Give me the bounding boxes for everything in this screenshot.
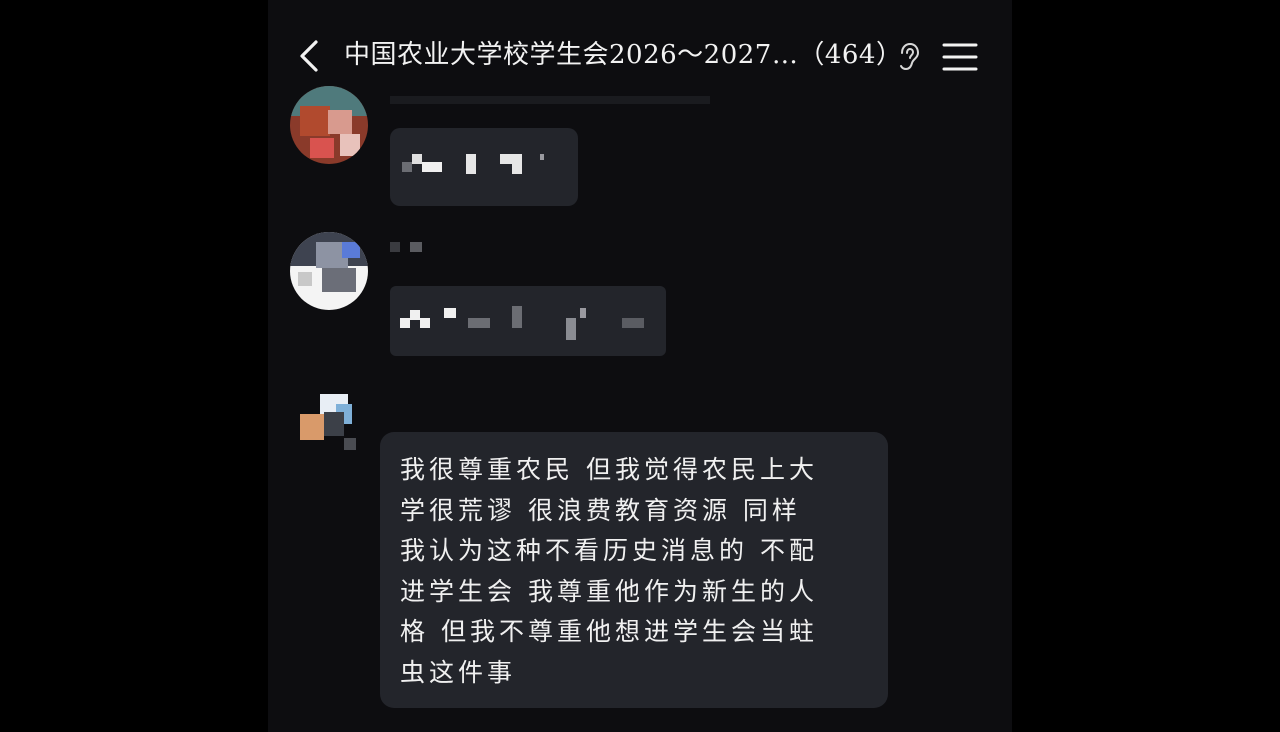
chat-header: 中国农业大学校学生会2026～2027…（464）	[268, 30, 1012, 82]
ear-icon	[900, 42, 920, 71]
sender-name-redacted	[390, 96, 710, 104]
sender-name-redacted	[410, 242, 422, 252]
back-button[interactable]	[290, 36, 330, 76]
sender-name-redacted	[390, 242, 400, 252]
message-bubble[interactable]: 我很尊重农民 但我觉得农民上大 学很荒谬 很浪费教育资源 同样 我认为这种不看历…	[380, 432, 888, 708]
message-bubble-redacted[interactable]	[390, 128, 578, 206]
image-viewer: 1 / 2 中国农业大学校学生会2026～2027…（464）	[0, 0, 1280, 732]
avatar-pixelated[interactable]	[290, 86, 368, 164]
chevron-left-icon	[300, 40, 318, 72]
chat-screenshot: 中国农业大学校学生会2026～2027…（464） 我很尊重农民 但我觉得农民上…	[268, 0, 1012, 732]
avatar-pixelated[interactable]	[290, 384, 368, 462]
message-text: 我很尊重农民 但我觉得农民上大 学很荒谬 很浪费教育资源 同样 我认为这种不看历…	[400, 455, 818, 687]
chat-title: 中国农业大学校学生会2026～2027…（464）	[344, 40, 903, 70]
ear-mode-button[interactable]	[896, 42, 922, 72]
menu-icon	[942, 43, 978, 71]
message-bubble-redacted[interactable]	[390, 286, 666, 356]
menu-button[interactable]	[940, 40, 980, 74]
avatar-pixelated[interactable]	[290, 232, 368, 310]
